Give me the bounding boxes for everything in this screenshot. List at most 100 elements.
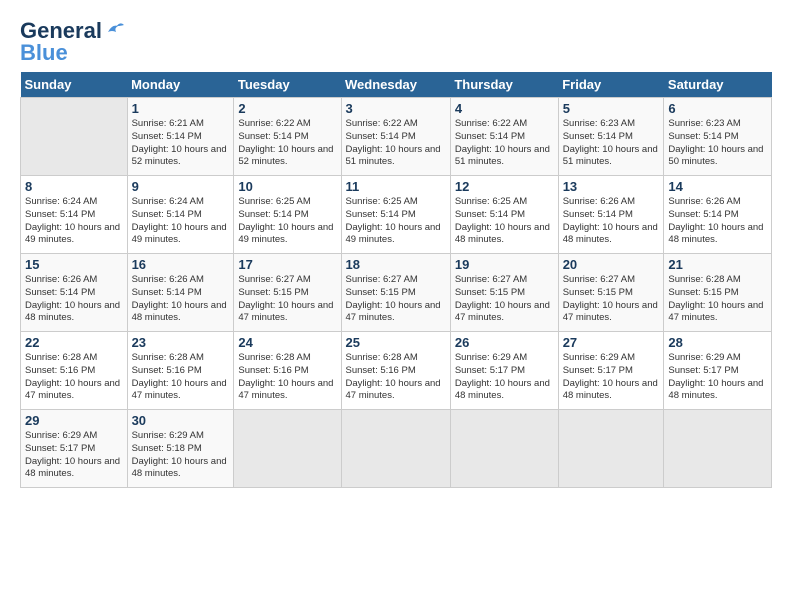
day-number: 18 — [346, 257, 446, 272]
calendar-cell: 20 Sunrise: 6:27 AMSunset: 5:15 PMDaylig… — [558, 254, 664, 332]
day-number: 25 — [346, 335, 446, 350]
day-info: Sunrise: 6:28 AMSunset: 5:16 PMDaylight:… — [238, 352, 333, 401]
day-of-week-header: Monday — [127, 72, 234, 98]
logo-blue: Blue — [20, 40, 68, 66]
day-info: Sunrise: 6:28 AMSunset: 5:16 PMDaylight:… — [132, 352, 227, 401]
calendar-cell — [341, 410, 450, 488]
calendar-cell: 22 Sunrise: 6:28 AMSunset: 5:16 PMDaylig… — [21, 332, 128, 410]
day-info: Sunrise: 6:28 AMSunset: 5:16 PMDaylight:… — [25, 352, 120, 401]
day-number: 1 — [132, 101, 230, 116]
day-number: 4 — [455, 101, 554, 116]
week-row: 15 Sunrise: 6:26 AMSunset: 5:14 PMDaylig… — [21, 254, 772, 332]
day-info: Sunrise: 6:29 AMSunset: 5:17 PMDaylight:… — [563, 352, 658, 401]
day-info: Sunrise: 6:23 AMSunset: 5:14 PMDaylight:… — [668, 118, 763, 167]
day-number: 5 — [563, 101, 660, 116]
day-number: 23 — [132, 335, 230, 350]
day-info: Sunrise: 6:26 AMSunset: 5:14 PMDaylight:… — [25, 274, 120, 323]
day-info: Sunrise: 6:23 AMSunset: 5:14 PMDaylight:… — [563, 118, 658, 167]
day-info: Sunrise: 6:27 AMSunset: 5:15 PMDaylight:… — [455, 274, 550, 323]
calendar-cell: 24 Sunrise: 6:28 AMSunset: 5:16 PMDaylig… — [234, 332, 341, 410]
calendar-cell: 23 Sunrise: 6:28 AMSunset: 5:16 PMDaylig… — [127, 332, 234, 410]
day-number: 30 — [132, 413, 230, 428]
day-number: 24 — [238, 335, 336, 350]
day-number: 19 — [455, 257, 554, 272]
logo-bird-icon — [104, 18, 126, 40]
calendar-cell: 19 Sunrise: 6:27 AMSunset: 5:15 PMDaylig… — [450, 254, 558, 332]
day-number: 27 — [563, 335, 660, 350]
calendar-cell: 8 Sunrise: 6:24 AMSunset: 5:14 PMDayligh… — [21, 176, 128, 254]
day-info: Sunrise: 6:29 AMSunset: 5:17 PMDaylight:… — [25, 430, 120, 479]
day-info: Sunrise: 6:24 AMSunset: 5:14 PMDaylight:… — [132, 196, 227, 245]
calendar-cell: 12 Sunrise: 6:25 AMSunset: 5:14 PMDaylig… — [450, 176, 558, 254]
day-of-week-header: Saturday — [664, 72, 772, 98]
day-number: 20 — [563, 257, 660, 272]
day-info: Sunrise: 6:28 AMSunset: 5:15 PMDaylight:… — [668, 274, 763, 323]
calendar-cell — [234, 410, 341, 488]
calendar-cell: 28 Sunrise: 6:29 AMSunset: 5:17 PMDaylig… — [664, 332, 772, 410]
day-of-week-header: Friday — [558, 72, 664, 98]
calendar-cell: 3 Sunrise: 6:22 AMSunset: 5:14 PMDayligh… — [341, 98, 450, 176]
day-number: 11 — [346, 179, 446, 194]
calendar-cell — [558, 410, 664, 488]
day-number: 29 — [25, 413, 123, 428]
calendar-cell: 11 Sunrise: 6:25 AMSunset: 5:14 PMDaylig… — [341, 176, 450, 254]
day-number: 22 — [25, 335, 123, 350]
calendar-page: General Blue SundayMondayTuesdayWednesda… — [0, 0, 792, 498]
calendar-cell: 27 Sunrise: 6:29 AMSunset: 5:17 PMDaylig… — [558, 332, 664, 410]
week-row: 29 Sunrise: 6:29 AMSunset: 5:17 PMDaylig… — [21, 410, 772, 488]
day-info: Sunrise: 6:27 AMSunset: 5:15 PMDaylight:… — [346, 274, 441, 323]
day-number: 26 — [455, 335, 554, 350]
day-info: Sunrise: 6:22 AMSunset: 5:14 PMDaylight:… — [455, 118, 550, 167]
day-info: Sunrise: 6:26 AMSunset: 5:14 PMDaylight:… — [668, 196, 763, 245]
day-number: 10 — [238, 179, 336, 194]
calendar-cell: 5 Sunrise: 6:23 AMSunset: 5:14 PMDayligh… — [558, 98, 664, 176]
calendar-cell — [450, 410, 558, 488]
day-number: 2 — [238, 101, 336, 116]
week-row: 1 Sunrise: 6:21 AMSunset: 5:14 PMDayligh… — [21, 98, 772, 176]
day-number: 15 — [25, 257, 123, 272]
calendar-cell: 26 Sunrise: 6:29 AMSunset: 5:17 PMDaylig… — [450, 332, 558, 410]
day-info: Sunrise: 6:29 AMSunset: 5:18 PMDaylight:… — [132, 430, 227, 479]
calendar-cell: 4 Sunrise: 6:22 AMSunset: 5:14 PMDayligh… — [450, 98, 558, 176]
day-number: 3 — [346, 101, 446, 116]
day-info: Sunrise: 6:25 AMSunset: 5:14 PMDaylight:… — [455, 196, 550, 245]
day-info: Sunrise: 6:27 AMSunset: 5:15 PMDaylight:… — [238, 274, 333, 323]
calendar-cell: 25 Sunrise: 6:28 AMSunset: 5:16 PMDaylig… — [341, 332, 450, 410]
week-row: 22 Sunrise: 6:28 AMSunset: 5:16 PMDaylig… — [21, 332, 772, 410]
day-number: 28 — [668, 335, 767, 350]
day-number: 6 — [668, 101, 767, 116]
day-info: Sunrise: 6:26 AMSunset: 5:14 PMDaylight:… — [563, 196, 658, 245]
day-number: 17 — [238, 257, 336, 272]
day-of-week-header: Tuesday — [234, 72, 341, 98]
day-info: Sunrise: 6:28 AMSunset: 5:16 PMDaylight:… — [346, 352, 441, 401]
calendar-cell: 18 Sunrise: 6:27 AMSunset: 5:15 PMDaylig… — [341, 254, 450, 332]
day-header-row: SundayMondayTuesdayWednesdayThursdayFrid… — [21, 72, 772, 98]
day-info: Sunrise: 6:29 AMSunset: 5:17 PMDaylight:… — [455, 352, 550, 401]
day-info: Sunrise: 6:21 AMSunset: 5:14 PMDaylight:… — [132, 118, 227, 167]
calendar-cell: 13 Sunrise: 6:26 AMSunset: 5:14 PMDaylig… — [558, 176, 664, 254]
day-number: 12 — [455, 179, 554, 194]
calendar-cell: 17 Sunrise: 6:27 AMSunset: 5:15 PMDaylig… — [234, 254, 341, 332]
day-number: 13 — [563, 179, 660, 194]
day-number: 21 — [668, 257, 767, 272]
day-info: Sunrise: 6:27 AMSunset: 5:15 PMDaylight:… — [563, 274, 658, 323]
calendar-cell: 15 Sunrise: 6:26 AMSunset: 5:14 PMDaylig… — [21, 254, 128, 332]
week-row: 8 Sunrise: 6:24 AMSunset: 5:14 PMDayligh… — [21, 176, 772, 254]
calendar-cell: 2 Sunrise: 6:22 AMSunset: 5:14 PMDayligh… — [234, 98, 341, 176]
calendar-table: SundayMondayTuesdayWednesdayThursdayFrid… — [20, 72, 772, 488]
calendar-cell: 21 Sunrise: 6:28 AMSunset: 5:15 PMDaylig… — [664, 254, 772, 332]
header: General Blue — [20, 18, 772, 66]
calendar-cell: 29 Sunrise: 6:29 AMSunset: 5:17 PMDaylig… — [21, 410, 128, 488]
day-info: Sunrise: 6:26 AMSunset: 5:14 PMDaylight:… — [132, 274, 227, 323]
calendar-cell: 14 Sunrise: 6:26 AMSunset: 5:14 PMDaylig… — [664, 176, 772, 254]
day-info: Sunrise: 6:25 AMSunset: 5:14 PMDaylight:… — [238, 196, 333, 245]
day-info: Sunrise: 6:22 AMSunset: 5:14 PMDaylight:… — [346, 118, 441, 167]
day-info: Sunrise: 6:24 AMSunset: 5:14 PMDaylight:… — [25, 196, 120, 245]
day-of-week-header: Sunday — [21, 72, 128, 98]
day-info: Sunrise: 6:22 AMSunset: 5:14 PMDaylight:… — [238, 118, 333, 167]
day-number: 8 — [25, 179, 123, 194]
calendar-cell: 1 Sunrise: 6:21 AMSunset: 5:14 PMDayligh… — [127, 98, 234, 176]
day-info: Sunrise: 6:29 AMSunset: 5:17 PMDaylight:… — [668, 352, 763, 401]
calendar-cell — [21, 98, 128, 176]
day-of-week-header: Thursday — [450, 72, 558, 98]
